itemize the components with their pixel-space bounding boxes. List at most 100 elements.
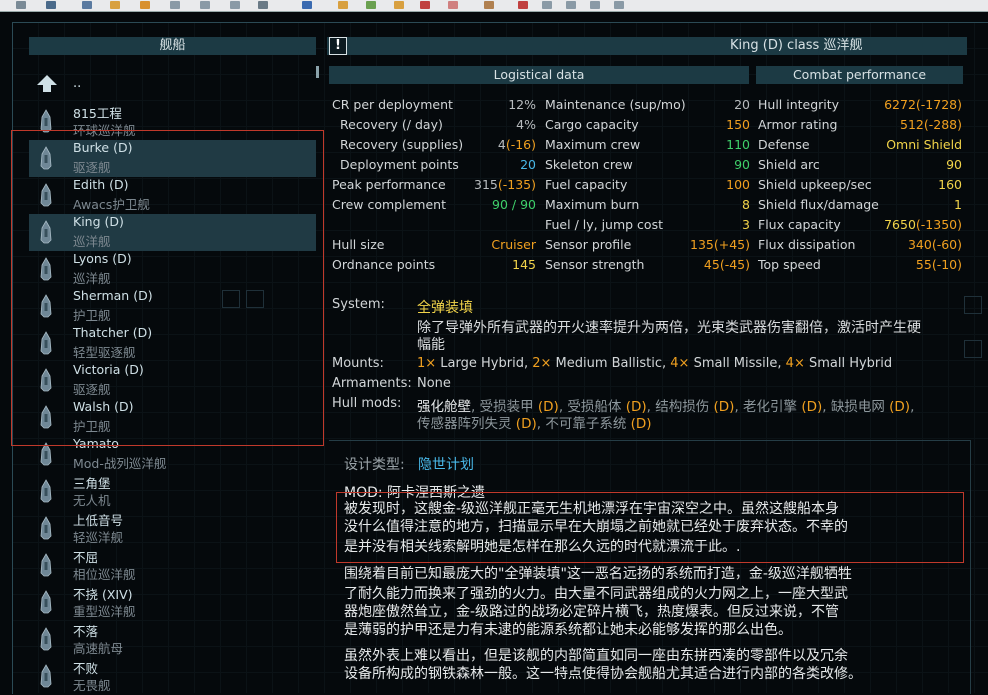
stat-label: Shield flux/damage <box>758 197 879 212</box>
ship-list-item[interactable]: 不落 高速航母 <box>29 621 316 658</box>
toolbar-icon[interactable] <box>518 1 528 9</box>
toolbar-icon[interactable] <box>420 1 430 9</box>
toolbar-icon[interactable] <box>170 1 180 9</box>
ship-class: 相位巡洋舰 <box>73 567 136 582</box>
stat-value: 12% <box>508 97 536 112</box>
toolbar-icon[interactable] <box>394 1 404 9</box>
ship-class: 轻巡洋舰 <box>73 530 124 545</box>
system-name: 全弹装填 <box>417 300 473 316</box>
ship-title: King (D) class 巡洋舰 <box>730 38 863 53</box>
stat-label: Sensor strength <box>545 257 645 272</box>
ship-icon <box>39 479 53 503</box>
design-type-label: 设计类型: <box>344 457 405 473</box>
highlight-box-ship-list <box>11 130 324 446</box>
info-icon[interactable]: ! <box>329 37 347 55</box>
toolbar-icon[interactable] <box>258 1 268 9</box>
background-decoration <box>246 290 264 308</box>
stat-label: Flux capacity <box>758 217 841 232</box>
stat-value: 512(-288) <box>900 117 962 132</box>
system-label: System: <box>332 297 385 312</box>
description-line: 了耐久能力而换来了强劲的火力。由大量不同武器组成的火力网之上，一座大型武 <box>344 586 848 602</box>
parent-folder-label: .. <box>73 76 82 91</box>
toolbar-icon[interactable] <box>16 1 26 9</box>
toolbar-icon[interactable] <box>566 1 576 9</box>
stat-label: Fuel / ly, jump cost <box>545 217 663 232</box>
stat-label: Cargo capacity <box>545 117 639 132</box>
stat-label: Recovery (supplies) <box>340 137 464 152</box>
stat-value: 3 <box>742 217 750 232</box>
stat-value: 45(-45) <box>703 257 750 272</box>
stat-value: 1 <box>954 197 962 212</box>
description-line: 围绕着目前已知最庞大的"全弹装填"这一恶名远扬的系统而打造，金-级巡洋舰牺牲 <box>344 566 852 582</box>
top-toolbar <box>0 0 988 12</box>
highlight-box-description <box>336 492 964 563</box>
toolbar-icon[interactable] <box>484 1 494 9</box>
hullmods-label: Hull mods: <box>332 396 402 411</box>
toolbar-icon[interactable] <box>542 1 552 9</box>
toolbar-icon[interactable] <box>46 1 56 9</box>
ship-class: 重型巡洋舰 <box>73 604 136 619</box>
stat-value: 20 <box>520 157 536 172</box>
stat-label: Crew complement <box>332 197 446 212</box>
toolbar-icon[interactable] <box>230 1 240 9</box>
stat-label: Defense <box>758 137 810 152</box>
ship-icon <box>39 553 53 577</box>
stat-value: 135(+45) <box>690 237 750 252</box>
toolbar-icon[interactable] <box>200 1 210 9</box>
stat-value: 90 <box>734 157 750 172</box>
stat-label: Peak performance <box>332 177 446 192</box>
stat-value: 90 / 90 <box>492 197 536 212</box>
mounts-value: 1× Large Hybrid, 2× Medium Ballistic, 4×… <box>417 356 893 371</box>
design-type-value: 隐世计划 <box>418 457 474 473</box>
stat-value: 315(-135) <box>474 177 536 192</box>
hullmods-value: 传感器阵列失灵 (D), 不可靠子系统 (D) <box>417 416 652 432</box>
ship-list-item[interactable]: 三角堡 无人机 <box>29 473 316 510</box>
mounts-label: Mounts: <box>332 356 384 371</box>
description-line: 器炮座傲然耸立，金-级路过的战场必定碎片横飞，热度爆表。但反过来说，不管 <box>344 604 840 620</box>
description-line: 是薄弱的护甲还是力有未逮的能源系统都让她未必能够发挥的那么出色。 <box>344 622 792 638</box>
ship-class: 无人机 <box>73 493 111 508</box>
stat-label: Sensor profile <box>545 237 632 252</box>
description-line: 设备所构成的钢铁森林一般。这一特点使得协会舰船尤其适合进行内部的各类改修。 <box>344 666 862 682</box>
stat-value: 90 <box>946 157 962 172</box>
ship-icon <box>39 664 53 688</box>
stat-label: Hull size <box>332 237 385 252</box>
stat-label: Recovery (/ day) <box>340 117 443 132</box>
stat-value: 4(-16) <box>497 137 536 152</box>
stat-label: Shield upkeep/sec <box>758 177 872 192</box>
stat-label: Maintenance (sup/mo) <box>545 97 686 112</box>
toolbar-icon[interactable] <box>338 1 348 9</box>
toolbar-icon[interactable] <box>140 1 150 9</box>
toolbar-icon[interactable] <box>302 1 312 9</box>
ship-class: 无畏舰 <box>73 678 111 693</box>
ship-icon <box>39 590 53 614</box>
combat-header: Combat performance <box>756 66 963 84</box>
toolbar-icon[interactable] <box>614 1 624 9</box>
toolbar-icon[interactable] <box>590 1 600 9</box>
toolbar-icon[interactable] <box>110 1 120 9</box>
ship-list-item[interactable]: 不挠 (XIV) 重型巡洋舰 <box>29 584 316 621</box>
stat-label: CR per deployment <box>332 97 453 112</box>
description-line: 虽然外表上难以看出，但是该舰的内部简直如同一座由东拼西凑的零部件以及冗余 <box>344 648 848 664</box>
stat-label: Skeleton crew <box>545 157 633 172</box>
stat-label: Hull integrity <box>758 97 840 112</box>
stat-label: Maximum crew <box>545 137 641 152</box>
toolbar-icon[interactable] <box>448 1 458 9</box>
stat-value: 8 <box>742 197 750 212</box>
stat-value: 7650(-1350) <box>884 217 962 232</box>
ship-class: 高速航母 <box>73 641 124 656</box>
stat-value: 20 <box>734 97 750 112</box>
system-description-line: 除了导弹外所有武器的开火速率提升为两倍，光束类武器伤害翻倍，激活时产生硬 <box>417 320 921 336</box>
stat-label: Ordnance points <box>332 257 436 272</box>
toolbar-icon[interactable] <box>366 1 376 9</box>
ship-list-item[interactable]: 上低音号 轻巡洋舰 <box>29 510 316 547</box>
ship-detail-header <box>327 37 967 55</box>
ship-list-item[interactable]: 不屈 相位巡洋舰 <box>29 547 316 584</box>
background-decoration <box>222 290 240 308</box>
ship-list-scrollbar[interactable] <box>316 66 319 78</box>
parent-folder-row[interactable]: .. <box>29 68 316 101</box>
toolbar-icon[interactable] <box>82 1 92 9</box>
ship-list-item[interactable]: 不败 无畏舰 <box>29 658 316 695</box>
stat-label: Deployment points <box>340 157 459 172</box>
stat-value: 150 <box>726 117 750 132</box>
